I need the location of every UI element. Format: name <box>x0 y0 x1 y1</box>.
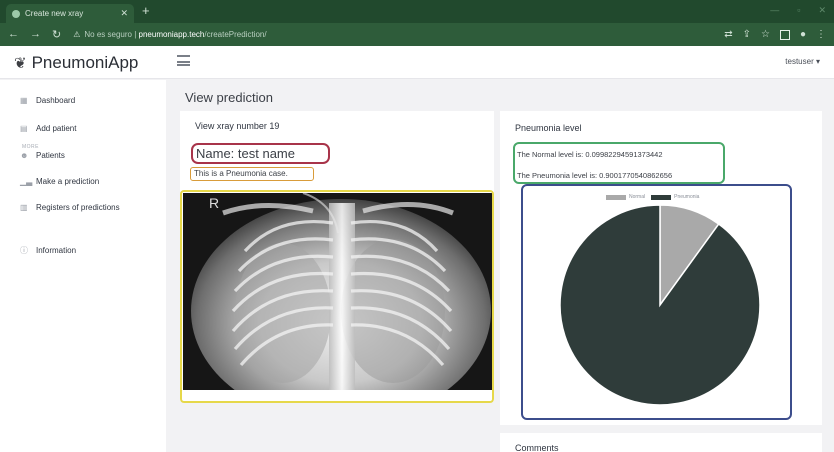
grid-icon: ▦ <box>20 96 28 105</box>
browser-tab[interactable]: Create new xray ✕ <box>6 4 134 23</box>
caret-down-icon: ▾ <box>815 57 820 66</box>
pneumonia-level-title: Pneumonia level <box>515 123 582 133</box>
pie-slice-pneumonia[interactable] <box>559 204 761 406</box>
id-card-icon: ▤ <box>20 124 28 133</box>
browser-toolbar: ⇄ ⇪ ☆ ● ⋮ <box>724 29 826 40</box>
sidebar-item-label: Registers of predictions <box>36 203 120 212</box>
sidebar <box>0 80 166 452</box>
sidebar-item-add-patient[interactable]: ▤ Add patient <box>20 124 76 133</box>
browser-nav: ← → ↻ <box>8 28 61 41</box>
user-name: testuser <box>785 57 814 66</box>
reload-icon[interactable]: ↻ <box>52 28 61 41</box>
tab-favicon-icon <box>12 9 20 18</box>
new-tab-button[interactable]: + <box>142 4 150 18</box>
level-values: The Normal level is: 0.09982294591373442… <box>513 142 725 184</box>
brand[interactable]: ❦ PneumoniApp <box>14 53 138 73</box>
pie-chart <box>559 204 761 406</box>
url-security-text: No es seguro <box>84 30 132 39</box>
minimize-icon[interactable]: — <box>770 5 779 16</box>
star-icon[interactable]: ☆ <box>761 29 770 40</box>
legend-swatch <box>651 194 672 200</box>
chart-legend: Normal Pneumonia <box>606 194 705 200</box>
sidebar-item-label: Information <box>36 246 77 255</box>
address-bar: ← → ↻ ⚠ No es seguro | pneumoniapp.tech … <box>0 23 834 46</box>
sidepanel-icon[interactable] <box>779 29 790 40</box>
sidebar-item-dashboard[interactable]: ▦ Dashboard <box>20 96 75 105</box>
back-icon[interactable]: ← <box>8 28 19 41</box>
legend-label: Pneumonia <box>674 194 700 200</box>
sidebar-item-make-prediction[interactable]: ▁▃ Make a prediction <box>20 177 99 186</box>
browser-tab-bar: Create new xray ✕ + — ▫ ✕ <box>0 0 834 23</box>
translate-icon[interactable]: ⇄ <box>724 29 732 40</box>
user-menu[interactable]: testuser ▾ <box>785 57 820 66</box>
sidebar-item-patients[interactable]: ☻ Patients <box>20 151 65 160</box>
legend-swatch <box>606 194 626 200</box>
sidebar-section-label: MORE <box>22 144 39 150</box>
lungs-icon: ❦ <box>14 55 27 72</box>
page-title: View prediction <box>185 90 273 105</box>
url-host: pneumoniapp.tech <box>138 30 205 39</box>
xray-highlight-frame <box>180 190 494 403</box>
warning-icon: ⚠ <box>73 30 81 39</box>
xray-card-title: View xray number 19 <box>195 121 280 131</box>
maximize-icon[interactable]: ▫ <box>797 5 800 16</box>
legend-item-pneumonia[interactable]: Pneumonia <box>651 194 699 200</box>
sidebar-item-label: Add patient <box>36 124 77 133</box>
sidebar-item-label: Dashboard <box>36 96 76 105</box>
pneumonia-level-text: The Pneumonia level is: 0.90017705408626… <box>517 171 673 180</box>
hamburger-menu-icon[interactable] <box>177 55 190 66</box>
patient-name: Name: test name <box>191 143 330 164</box>
sidebar-item-information[interactable]: ⓘ Information <box>20 245 76 256</box>
url-path: /createPrediction/ <box>204 30 267 39</box>
window-close-icon[interactable]: ✕ <box>818 5 826 16</box>
window-controls: — ▫ ✕ <box>770 5 826 16</box>
share-icon[interactable]: ⇪ <box>743 29 751 40</box>
table-icon: ▥ <box>20 203 28 212</box>
sidebar-item-label: Patients <box>36 151 65 160</box>
comments-title: Comments <box>515 443 559 452</box>
diagnosis-text: This is a Pneumonia case. <box>190 167 314 181</box>
menu-icon[interactable]: ⋮ <box>816 29 826 40</box>
sidebar-item-registers[interactable]: ▥ Registers of predictions <box>20 203 120 212</box>
normal-level-text: The Normal level is: 0.09982294591373442 <box>517 150 663 159</box>
info-icon: ⓘ <box>20 246 28 255</box>
url-field[interactable]: ⚠ No es seguro | pneumoniapp.tech /creat… <box>73 30 724 39</box>
profile-icon[interactable]: ● <box>800 29 806 40</box>
tab-close-icon[interactable]: ✕ <box>120 8 128 19</box>
chart-icon: ▁▃ <box>20 177 33 186</box>
users-icon: ☻ <box>20 151 29 160</box>
tab-title: Create new xray <box>25 9 84 18</box>
sidebar-item-label: Make a prediction <box>36 177 100 186</box>
forward-icon[interactable]: → <box>30 28 41 41</box>
legend-item-normal[interactable]: Normal <box>606 194 645 200</box>
legend-label: Normal <box>629 194 646 200</box>
app-header: ❦ PneumoniApp testuser ▾ <box>0 46 834 79</box>
brand-name: PneumoniApp <box>31 53 139 72</box>
